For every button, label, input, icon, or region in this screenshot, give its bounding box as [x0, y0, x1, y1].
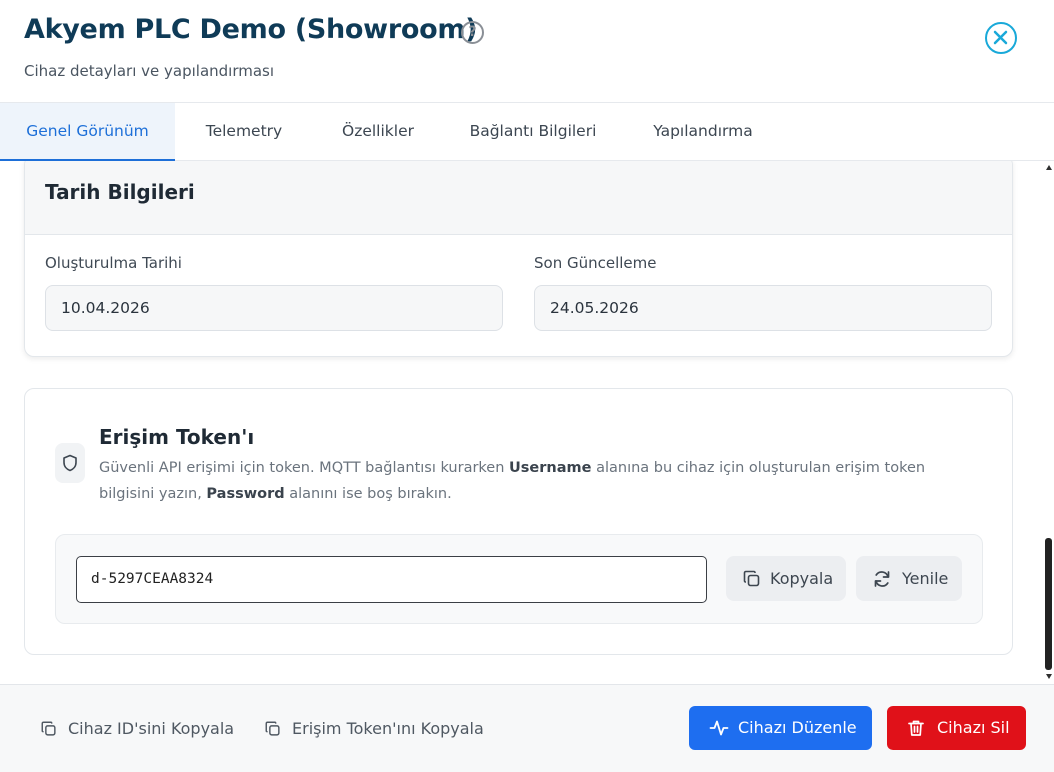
- copy-icon: [743, 570, 760, 587]
- tab-telemetry[interactable]: Telemetry: [185, 103, 303, 161]
- tab-connection-info[interactable]: Bağlantı Bilgileri: [455, 103, 611, 161]
- refresh-icon: [874, 571, 890, 587]
- dialog-header: Akyem PLC Demo (Showroom) ? Cihaz detayl…: [0, 0, 1054, 102]
- created-date-label: Oluşturulma Tarihi: [45, 254, 182, 272]
- copy-device-id-label: Cihaz ID'sini Kopyala: [68, 719, 235, 738]
- edit-device-label: Cihazı Düzenle: [738, 718, 857, 737]
- copy-icon: [41, 721, 56, 736]
- edit-device-button[interactable]: Cihazı Düzenle: [689, 706, 872, 750]
- scroll-down-arrow-icon[interactable]: [1046, 674, 1052, 679]
- copy-access-token-button[interactable]: Erişim Token'ını Kopyala: [264, 717, 484, 743]
- date-info-card: Tarih Bilgileri Oluşturulma Tarihi 10.04…: [24, 161, 1013, 357]
- token-desc-username: Username: [509, 460, 592, 476]
- page-title: Akyem PLC Demo (Showroom): [24, 14, 478, 45]
- delete-device-label: Cihazı Sil: [937, 718, 1010, 737]
- close-icon: [993, 30, 1008, 45]
- date-info-card-header: Tarih Bilgileri: [25, 161, 1012, 235]
- refresh-token-label: Yenile: [902, 569, 949, 588]
- copy-icon: [265, 721, 280, 736]
- token-desc-text-1: Güvenli API erişimi için token. MQTT bağ…: [99, 460, 510, 476]
- access-token-input[interactable]: d-5297CEAA8324: [76, 556, 707, 603]
- shield-icon: [63, 454, 77, 472]
- copy-token-button[interactable]: Kopyala: [726, 556, 846, 601]
- date-info-title: Tarih Bilgileri: [45, 180, 195, 204]
- copy-token-label: Kopyala: [770, 569, 834, 588]
- created-date-field: 10.04.2026: [45, 285, 503, 331]
- scrollbar-thumb[interactable]: [1045, 538, 1052, 670]
- copy-device-id-button[interactable]: Cihaz ID'sini Kopyala: [40, 717, 234, 743]
- tab-content-scroll-area[interactable]: Tarih Bilgileri Oluşturulma Tarihi 10.04…: [0, 161, 1054, 684]
- device-details-dialog: Akyem PLC Demo (Showroom) ? Cihaz detayl…: [0, 0, 1054, 772]
- token-panel: d-5297CEAA8324 Kopyala Yenile: [55, 534, 983, 624]
- access-token-description: Güvenli API erişimi için token. MQTT bağ…: [99, 455, 979, 507]
- shield-icon-container: [55, 443, 85, 483]
- page-subtitle: Cihaz detayları ve yapılandırması: [24, 62, 275, 80]
- updated-date-field: 24.05.2026: [534, 285, 992, 331]
- question-circle-icon[interactable]: ?: [461, 21, 484, 44]
- tab-configuration[interactable]: Yapılandırma: [632, 103, 774, 161]
- dialog-footer: Cihaz ID'sini Kopyala Erişim Token'ını K…: [0, 684, 1054, 772]
- token-desc-password: Password: [206, 486, 285, 502]
- delete-device-button[interactable]: Cihazı Sil: [887, 706, 1026, 750]
- scroll-up-arrow-icon[interactable]: [1046, 165, 1052, 170]
- updated-date-label: Son Güncelleme: [534, 254, 657, 272]
- access-token-card: Erişim Token'ı Güvenli API erişimi için …: [24, 388, 1013, 655]
- trash-icon: [908, 720, 924, 736]
- activity-icon: [709, 720, 729, 736]
- access-token-title: Erişim Token'ı: [99, 425, 255, 449]
- token-desc-text-3: alanını ise boş bırakın.: [284, 486, 452, 502]
- refresh-token-button[interactable]: Yenile: [856, 556, 962, 601]
- copy-access-token-label: Erişim Token'ını Kopyala: [292, 719, 484, 738]
- close-button[interactable]: [985, 22, 1017, 54]
- tab-general-overview[interactable]: Genel Görünüm: [0, 103, 175, 161]
- tab-bar: Genel Görünüm Telemetry Özellikler Bağla…: [0, 102, 1054, 161]
- tab-properties[interactable]: Özellikler: [322, 103, 434, 161]
